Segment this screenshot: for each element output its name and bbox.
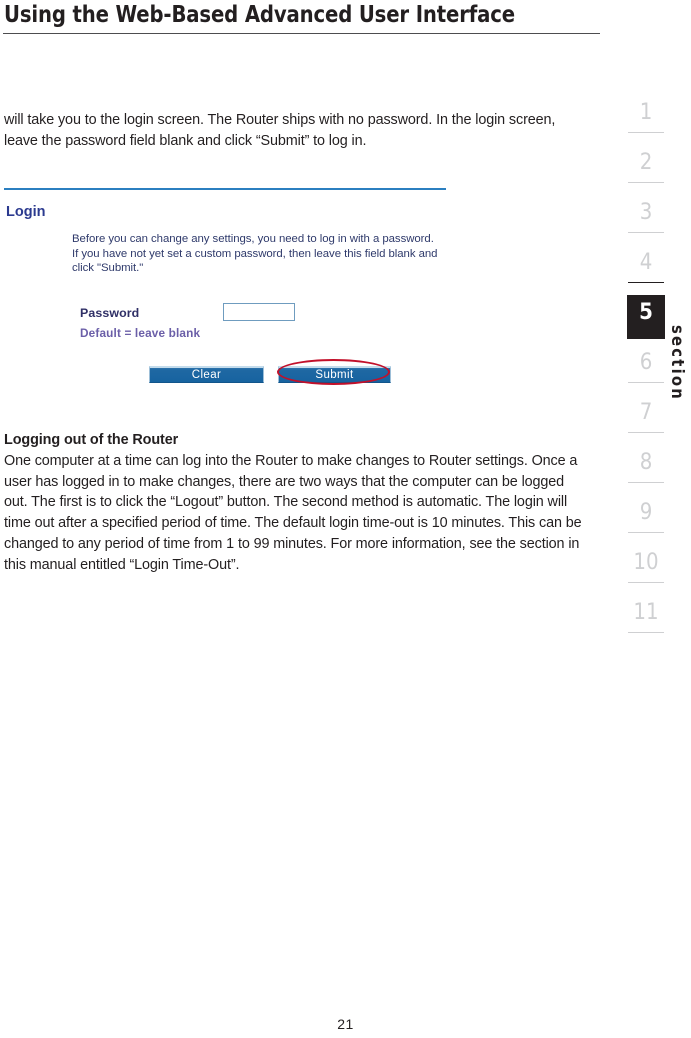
section-index-item-label: 5 bbox=[639, 300, 653, 325]
section-index-divider bbox=[628, 232, 664, 233]
section-index: section 1 2 3 4 5 6 7 8 9 10 11 bbox=[610, 95, 691, 690]
submit-button[interactable]: Submit bbox=[278, 366, 391, 383]
section-index-divider bbox=[628, 432, 664, 433]
password-default-note: Default = leave blank bbox=[80, 326, 201, 340]
section-index-item-2[interactable]: 2 bbox=[627, 145, 665, 189]
section-index-divider bbox=[628, 132, 664, 133]
section-index-item-8[interactable]: 8 bbox=[627, 445, 665, 489]
password-row: Password bbox=[80, 303, 420, 328]
section-index-item-11[interactable]: 11 bbox=[627, 595, 665, 639]
section-index-item-9[interactable]: 9 bbox=[627, 495, 665, 539]
section-index-item-label: 8 bbox=[639, 450, 653, 475]
section-index-item-label: 10 bbox=[633, 550, 659, 575]
login-description: Before you can change any settings, you … bbox=[72, 233, 438, 275]
section-index-divider bbox=[628, 482, 664, 483]
router-login-screenshot: Login Before you can change any settings… bbox=[0, 186, 450, 398]
section-index-item-label: 7 bbox=[639, 400, 653, 425]
section-index-divider bbox=[628, 182, 664, 183]
login-heading: Login bbox=[6, 204, 46, 220]
page-header: Using the Web-Based Advanced User Interf… bbox=[0, 0, 620, 40]
section-index-item-label: 11 bbox=[633, 600, 659, 625]
logout-heading: Logging out of the Router bbox=[4, 432, 179, 448]
clear-button[interactable]: Clear bbox=[149, 366, 264, 383]
section-index-label: section bbox=[668, 325, 687, 402]
screenshot-accent-rule bbox=[4, 188, 446, 190]
page-number: 21 bbox=[337, 1016, 354, 1032]
section-index-item-label: 6 bbox=[639, 350, 653, 375]
section-index-divider bbox=[628, 582, 664, 583]
page-title: Using the Web-Based Advanced User Interf… bbox=[4, 0, 516, 28]
section-index-divider bbox=[628, 282, 664, 283]
section-index-item-3[interactable]: 3 bbox=[627, 195, 665, 239]
password-input[interactable] bbox=[223, 303, 295, 321]
section-index-item-6[interactable]: 6 bbox=[627, 345, 665, 389]
password-label: Password bbox=[80, 306, 140, 320]
section-index-item-5[interactable]: 5 bbox=[627, 295, 665, 339]
logout-paragraph: One computer at a time can log into the … bbox=[4, 452, 582, 573]
intro-paragraph: will take you to the login screen. The R… bbox=[4, 112, 556, 149]
section-index-divider bbox=[628, 632, 664, 633]
section-index-item-label: 9 bbox=[639, 500, 653, 525]
logout-section: Logging out of the Router One computer a… bbox=[4, 430, 584, 576]
header-divider bbox=[3, 33, 600, 34]
section-index-divider bbox=[628, 382, 664, 383]
section-index-item-10[interactable]: 10 bbox=[627, 545, 665, 589]
section-index-divider bbox=[628, 532, 664, 533]
section-index-item-7[interactable]: 7 bbox=[627, 395, 665, 439]
section-index-item-label: 4 bbox=[639, 250, 653, 275]
section-index-item-label: 3 bbox=[639, 200, 653, 225]
section-index-item-label: 2 bbox=[639, 150, 653, 175]
section-index-item-1[interactable]: 1 bbox=[627, 95, 665, 139]
section-index-item-label: 1 bbox=[639, 100, 653, 125]
section-index-item-4[interactable]: 4 bbox=[627, 245, 665, 289]
